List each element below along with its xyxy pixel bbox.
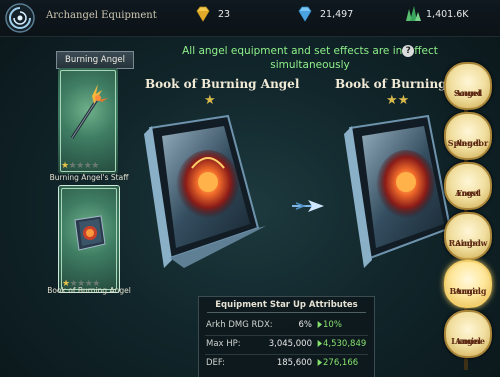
- help-icon[interactable]: ?: [402, 45, 415, 57]
- equipment-card-staff[interactable]: ★★★★★: [58, 68, 118, 174]
- attribute-current: 6%: [298, 320, 313, 330]
- attribute-row: Max HP: 3,045,000 4,530,849: [199, 335, 374, 353]
- attribute-current: 185,600: [276, 358, 312, 368]
- next-book-image: [344, 114, 450, 268]
- angel-tab-rainbow[interactable]: Rainbow Angel: [444, 212, 492, 260]
- book-name: Book of Burning Angel: [47, 286, 131, 295]
- top-bar: Archangel Equipment 23 21,497 1,401.6K: [0, 0, 500, 37]
- set-effect-notice: All angel equipment and set effects are …: [170, 44, 450, 72]
- game-screen: Archangel Equipment 23 21,497 1,401.6K A…: [0, 0, 500, 377]
- attribute-next: 10%: [323, 320, 342, 330]
- attribute-name: DEF:: [206, 358, 226, 368]
- next-book-title: Book of Burning A: [335, 77, 461, 91]
- staff-name: Burning Angel's Staff: [49, 173, 129, 182]
- staff-star-rating: ★★★★★: [61, 161, 99, 171]
- attribute-name: Max HP:: [206, 339, 241, 349]
- green-crystal-icon: [406, 6, 421, 21]
- attribute-row: DEF: 185,600 276,166: [199, 354, 374, 372]
- notice-text-end: ffect: [414, 45, 438, 57]
- attribute-row: Arkh DMG RDX: 6% 10%: [199, 316, 374, 334]
- angel-tab-lumine[interactable]: Lumine Angel: [444, 310, 492, 358]
- attribute-name: Arkh DMG RDX:: [206, 320, 273, 330]
- angel-tab-frost[interactable]: Frost Angel: [444, 162, 492, 210]
- increase-arrow-icon: [317, 321, 322, 328]
- attribute-current: 3,045,000: [268, 339, 312, 349]
- equipment-card-book[interactable]: ★★★★★: [58, 185, 120, 293]
- attributes-title: Equipment Star Up Attributes: [215, 300, 358, 310]
- screen-title: Archangel Equipment: [46, 10, 157, 21]
- gold-diamond-icon: [196, 6, 210, 22]
- star-up-attributes-panel: Equipment Star Up Attributes Arkh DMG RD…: [198, 296, 375, 377]
- notice-text-start: All angel equipment and set effects are …: [182, 45, 403, 57]
- increase-arrow-icon: [317, 340, 322, 347]
- green-crystal-value: 1,401.6K: [426, 9, 469, 20]
- back-swirl-icon[interactable]: [4, 2, 36, 34]
- next-star-rating: ★★: [386, 93, 410, 108]
- angel-tab-sound[interactable]: Sound Angel: [444, 62, 492, 110]
- burning-book-icon: [74, 215, 106, 251]
- current-book-image: [144, 114, 266, 268]
- gold-diamond-value: 23: [218, 9, 231, 20]
- blue-diamond-icon: [298, 6, 312, 22]
- current-book-title: Book of Burning Angel: [145, 77, 300, 91]
- upgrade-arrow-icon: [292, 200, 324, 212]
- staff-icon: [70, 84, 108, 139]
- increase-arrow-icon: [317, 359, 322, 366]
- blue-diamond-value: 21,497: [320, 9, 354, 20]
- angel-tab-splendor[interactable]: Splendor Angel: [444, 112, 492, 160]
- angel-tab-burning[interactable]: Burning Angel: [444, 260, 492, 308]
- set-title: Burning Angel Set: [56, 51, 134, 81]
- attribute-next: 276,166: [323, 358, 359, 368]
- notice-text-line2: simultaneously: [270, 59, 350, 71]
- attribute-next: 4,530,849: [323, 339, 367, 349]
- current-star-rating: ★: [204, 93, 216, 108]
